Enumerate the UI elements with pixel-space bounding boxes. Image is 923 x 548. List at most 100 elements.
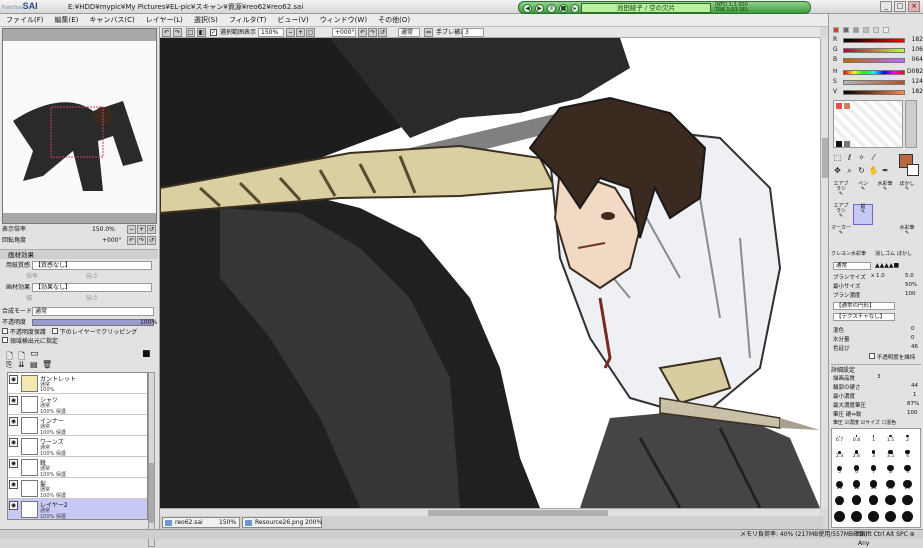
rotate-left-button[interactable]: ↶: [127, 236, 136, 245]
swatch-toggle-icon[interactable]: [873, 27, 879, 33]
brush-size-preset[interactable]: 10: [834, 478, 845, 491]
brush-min-size-value[interactable]: 50%: [905, 282, 917, 288]
quality-value[interactable]: 3: [877, 374, 881, 380]
stabilizer-select[interactable]: 3: [462, 28, 484, 37]
menu-canvas[interactable]: キャンバス(C): [89, 15, 134, 25]
brush-size-preset[interactable]: 12: [851, 478, 862, 491]
brush-size-preset[interactable]: 20: [902, 478, 913, 491]
brush-size-preset[interactable]: 2.3: [834, 446, 845, 459]
merge-down-icon[interactable]: ⇊: [18, 360, 25, 369]
saturation-slider[interactable]: [843, 80, 905, 85]
brush-shape-select[interactable]: 【通常の円形】: [833, 302, 895, 310]
angle-select[interactable]: +000°: [332, 28, 356, 37]
navigator[interactable]: [2, 28, 157, 224]
brush-size-preset[interactable]: 3.5: [885, 446, 896, 459]
next-track-button[interactable]: ▸: [571, 4, 579, 13]
visibility-eye-icon[interactable]: ◉: [9, 396, 18, 405]
stop-button[interactable]: ■: [559, 4, 568, 13]
brush-size-preset[interactable]: 0.8: [851, 430, 862, 443]
view-mode-select[interactable]: 通常: [398, 28, 420, 37]
swatch-scrollbar[interactable]: [905, 100, 917, 148]
layer-item-selected[interactable]: ◉ レイヤー2 通常 100% 保護: [8, 499, 147, 519]
brush-size-preset[interactable]: 2: [902, 430, 913, 443]
rgb-slider-toggle-icon[interactable]: [843, 27, 849, 33]
visibility-eye-icon[interactable]: ◉: [9, 480, 18, 489]
menu-edit[interactable]: 編集(E): [55, 15, 79, 25]
layer-list-scrollbar[interactable]: [148, 372, 155, 547]
blend-select[interactable]: 通常: [32, 307, 154, 316]
paper-effect-header[interactable]: 画材効果: [0, 249, 158, 259]
rotate-right-icon[interactable]: ↷: [368, 28, 377, 37]
brush-size-multiplier[interactable]: x 1.0: [871, 273, 885, 279]
keep-opacity-checkbox[interactable]: [869, 353, 875, 359]
edge-hardness-value[interactable]: 44: [911, 383, 918, 389]
brush-size-value[interactable]: 5.0: [905, 273, 914, 279]
menu-filter[interactable]: フィルタ(T): [229, 15, 267, 25]
brush-size-preset[interactable]: 14: [868, 478, 879, 491]
menu-window[interactable]: ウィンドウ(W): [320, 15, 367, 25]
brush-tool-crayon[interactable]: クレヨン: [831, 250, 851, 257]
brush-tool-watercolor-2[interactable]: 水彩筆 ✎: [897, 226, 917, 247]
redo-icon[interactable]: ↷: [173, 28, 182, 37]
min-density-value[interactable]: 1: [913, 392, 917, 398]
brush-texture-select[interactable]: 【テクスチャなし】: [833, 313, 895, 321]
canvas-vertical-scrollbar[interactable]: [820, 38, 828, 508]
brush-tool-pen[interactable]: ペン ✎: [853, 182, 873, 203]
detail-settings-header[interactable]: 詳細設定: [831, 364, 921, 374]
brush-size-preset[interactable]: 9: [902, 462, 913, 475]
navigator-preview[interactable]: [3, 41, 156, 213]
close-button[interactable]: ×: [908, 1, 920, 12]
pen-tool-icon[interactable]: ✒: [879, 165, 892, 177]
texture-select[interactable]: 【質感なし】: [32, 261, 152, 270]
zoom-in-button[interactable]: +: [137, 225, 146, 234]
maximize-button[interactable]: □: [894, 1, 906, 12]
blend-extend-value[interactable]: 46: [911, 344, 918, 350]
brush-mode-select[interactable]: 通常: [833, 262, 871, 270]
brush-tool-watercolor-3[interactable]: 水彩筆: [851, 250, 866, 257]
brush-size-preset[interactable]: 2.6: [851, 446, 862, 459]
menu-layer[interactable]: レイヤー(L): [146, 15, 183, 25]
menu-file[interactable]: ファイル(F): [6, 15, 44, 25]
protect-checkbox[interactable]: [2, 328, 8, 334]
rotate-reset-button[interactable]: ↺: [147, 236, 156, 245]
pause-button[interactable]: Ⅱ: [547, 4, 556, 13]
layer-scroll-thumb[interactable]: [149, 463, 154, 523]
menu-select[interactable]: 選択(S): [194, 15, 218, 25]
swatch-grid[interactable]: [833, 100, 903, 148]
brush-tool-eraser[interactable]: 消しゴム: [875, 250, 895, 257]
hue-slider[interactable]: [843, 70, 905, 75]
value-slider[interactable]: [843, 90, 905, 95]
zoom-reset-button[interactable]: ↺: [147, 225, 156, 234]
brush-size-preset[interactable]: 100: [885, 510, 896, 523]
brush-size-preset[interactable]: 50: [902, 494, 913, 507]
brush-size-preset[interactable]: 1.5: [885, 430, 896, 443]
prev-track-button[interactable]: ◀: [523, 4, 532, 13]
layer-panel-menu-icon[interactable]: ■: [142, 349, 151, 359]
brush-tool-blur-2[interactable]: ぼかし: [897, 250, 912, 257]
visibility-eye-icon[interactable]: ◉: [9, 375, 18, 384]
brush-size-preset[interactable]: 80: [868, 510, 879, 523]
select-source-checkbox[interactable]: [2, 337, 8, 343]
layer-item[interactable]: ◉ ガントレット 通常 100%: [8, 373, 147, 394]
layer-item[interactable]: ◉ インナー 通常 100% 保護: [8, 415, 147, 436]
brush-size-preset[interactable]: 0.7: [834, 430, 845, 443]
clear-layer-icon[interactable]: ▤: [30, 360, 38, 369]
drawing-canvas[interactable]: [160, 38, 820, 508]
brush-size-preset[interactable]: 16: [885, 478, 896, 491]
play-button[interactable]: ▶: [535, 4, 544, 13]
red-slider[interactable]: [843, 38, 905, 43]
deselect-icon[interactable]: □: [186, 28, 195, 37]
visibility-eye-icon[interactable]: ◉: [9, 438, 18, 447]
brush-size-preset[interactable]: 5: [834, 462, 845, 475]
brush-tool-watercolor[interactable]: 水彩筆 ✎: [875, 182, 895, 203]
mix-value[interactable]: 0: [911, 326, 915, 332]
max-density-value[interactable]: 87%: [907, 401, 919, 407]
nav-zoom-value[interactable]: 150.0%: [92, 225, 115, 234]
color-wheel-toggle-icon[interactable]: [833, 27, 839, 33]
brush-tool-pencil-selected[interactable]: 鉛 ✎: [853, 204, 873, 225]
visibility-eye-icon[interactable]: ◉: [9, 459, 18, 468]
layer-item[interactable]: ◉ 髪通常 100% 保護: [8, 478, 147, 499]
layer-item[interactable]: ◉ シャツ 通常 100% 保護: [8, 394, 147, 415]
tab-reo62[interactable]: reo62.sai 150%: [162, 517, 240, 528]
rotate-reset-icon[interactable]: ↺: [378, 28, 387, 37]
